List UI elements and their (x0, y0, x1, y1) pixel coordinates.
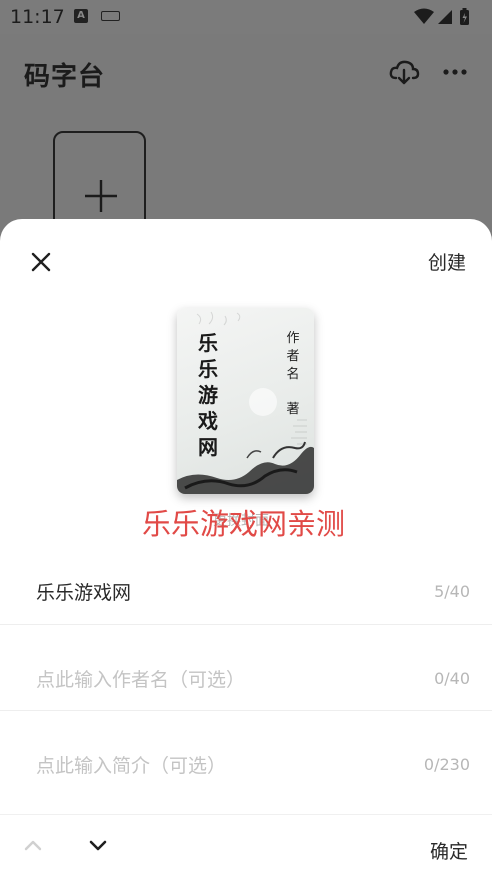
cover-author: 作者名 (286, 331, 300, 382)
cover-title: 乐乐游戏网 (198, 331, 218, 459)
app-title: 码字台 (24, 62, 106, 92)
system-status-icons (414, 8, 469, 25)
author-field[interactable]: 点此输入作者名（可选） 0/40 (0, 625, 492, 711)
more-icon[interactable] (440, 62, 470, 82)
battery-icon (460, 8, 469, 25)
cloud-sync-icon[interactable] (388, 56, 420, 88)
book-title-field[interactable]: 乐乐游戏网 5/40 (0, 539, 492, 625)
confirm-button[interactable]: 确定 (430, 837, 468, 864)
signal-icon (438, 10, 452, 24)
synopsis-count: 0/230 (423, 755, 470, 774)
synopsis-input[interactable]: 点此输入简介（可选） (36, 751, 226, 778)
book-cover[interactable]: 乐乐游戏网 作者名 著 (177, 308, 314, 494)
wifi-icon (414, 8, 434, 24)
bottom-toolbar: 确定 (0, 814, 492, 876)
chevron-down-icon[interactable] (85, 833, 111, 857)
create-button[interactable]: 创建 (428, 248, 466, 275)
author-count: 0/40 (434, 669, 470, 688)
synopsis-field[interactable]: 点此输入简介（可选） 0/230 (0, 711, 492, 797)
watermark-text: 乐乐游戏网亲测 (142, 507, 346, 541)
create-book-sheet: 创建 乐乐游戏网 作者名 著 更换封面 乐乐游戏网亲测 乐乐游戏网 5/40 点… (0, 219, 492, 876)
status-bar: 11:17 A (0, 0, 492, 34)
author-input[interactable]: 点此输入作者名（可选） (36, 665, 245, 692)
cover-by-label: 著 (286, 402, 300, 417)
book-title-count: 5/40 (434, 582, 470, 601)
book-title-input[interactable]: 乐乐游戏网 (36, 578, 131, 605)
status-time: 11:17 (10, 6, 65, 28)
close-icon[interactable] (26, 247, 56, 277)
keyboard-icon (101, 11, 120, 21)
notification-icon: A (74, 9, 88, 23)
plus-icon (85, 180, 117, 212)
chevron-up-icon[interactable] (20, 833, 46, 857)
